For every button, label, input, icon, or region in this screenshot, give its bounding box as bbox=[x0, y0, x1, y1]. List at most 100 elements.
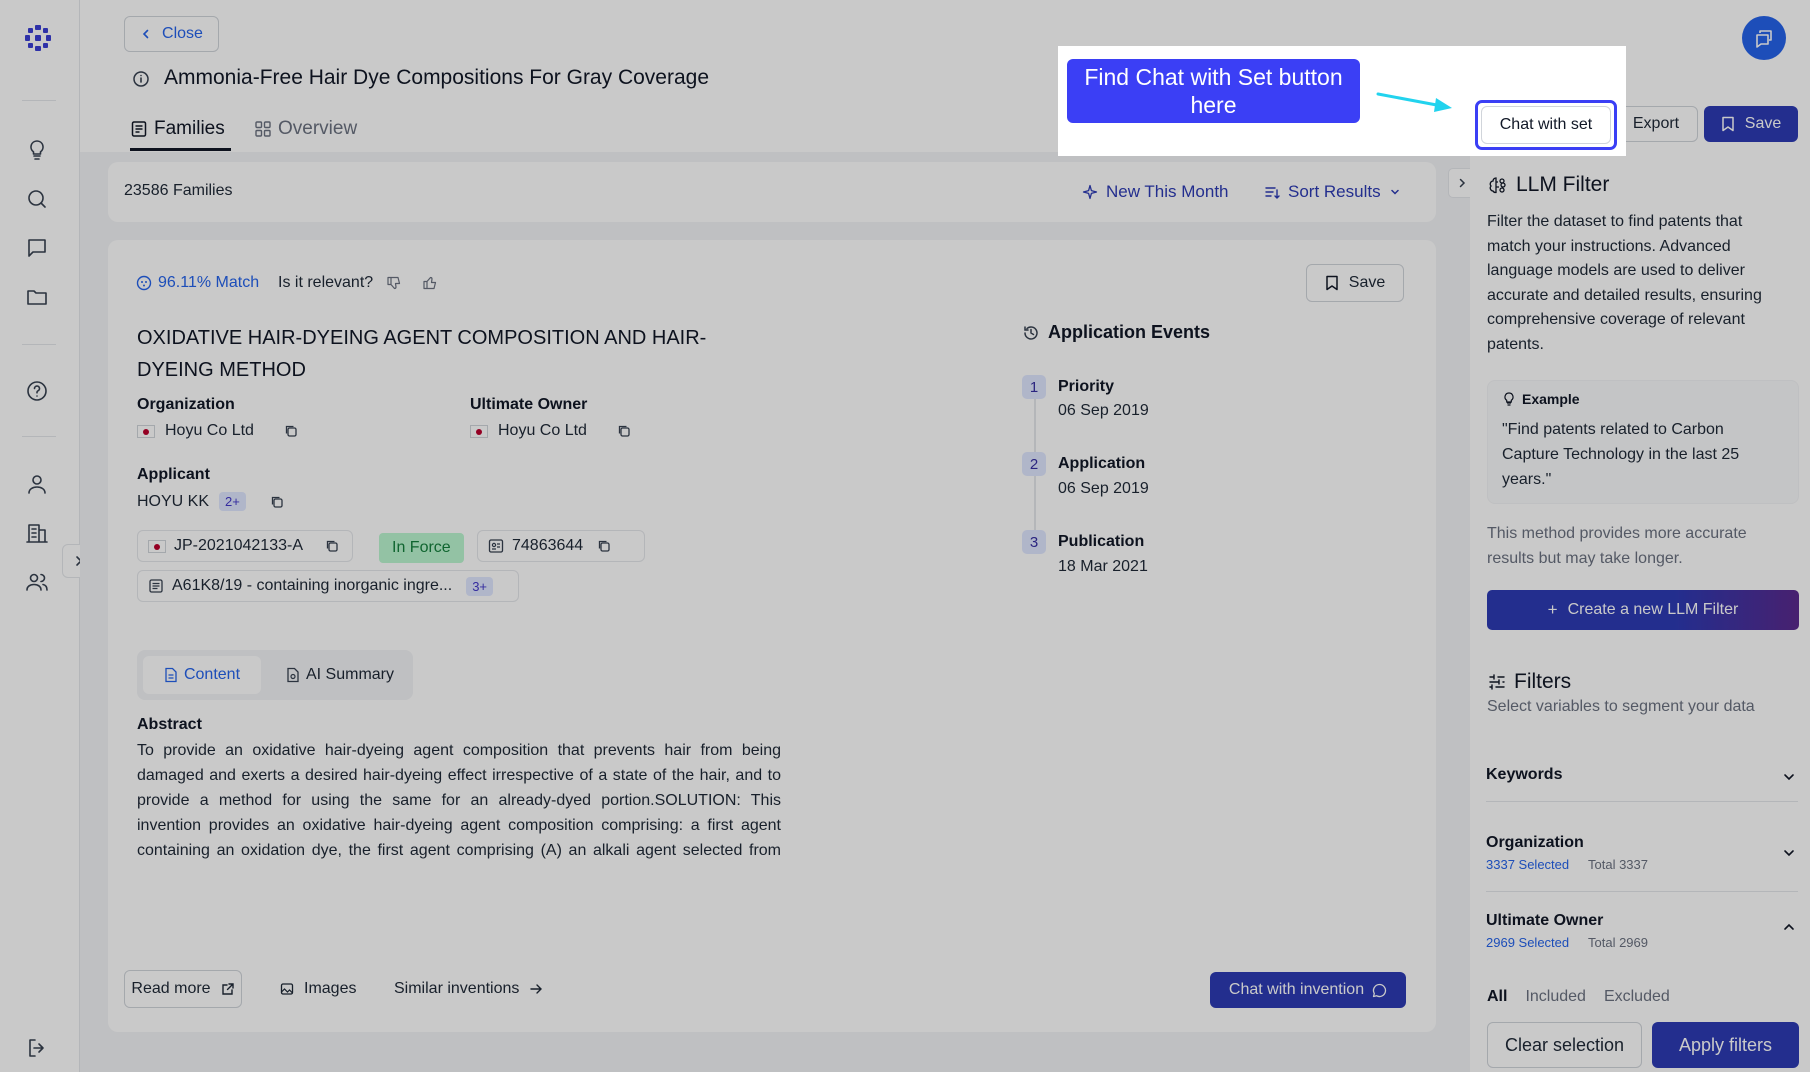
event-date: 06 Sep 2019 bbox=[1058, 402, 1149, 419]
event-number: 2 bbox=[1022, 452, 1046, 476]
thumbs-down-icon[interactable] bbox=[386, 275, 402, 291]
copy-icon[interactable] bbox=[284, 424, 298, 438]
export-button[interactable]: Export bbox=[1614, 106, 1698, 142]
segment-included[interactable]: Included bbox=[1525, 988, 1586, 1006]
abstract-label: Abstract bbox=[137, 716, 202, 733]
chat-icon[interactable] bbox=[25, 236, 49, 260]
apply-filters-button[interactable]: Apply filters bbox=[1652, 1022, 1799, 1068]
organization-value[interactable]: Hoyu Co Ltd bbox=[165, 422, 254, 440]
filter-ultimate-owner[interactable]: Ultimate Owner 2969 Selected Total 2969 bbox=[1486, 892, 1798, 968]
japan-flag-icon bbox=[470, 424, 488, 438]
result-save-button[interactable]: Save bbox=[1306, 264, 1404, 302]
document-icon bbox=[165, 667, 177, 683]
relevance-question: Is it relevant? bbox=[278, 274, 374, 291]
family-icon bbox=[488, 539, 504, 553]
info-icon[interactable] bbox=[132, 70, 150, 88]
result-title[interactable]: OXIDATIVE HAIR-DYEING AGENT COMPOSITION … bbox=[137, 322, 777, 386]
chevron-left-icon bbox=[142, 29, 149, 39]
user-icon[interactable] bbox=[25, 472, 49, 496]
new-this-month-button[interactable]: New This Month bbox=[1082, 182, 1229, 202]
copy-icon[interactable] bbox=[617, 424, 631, 438]
tab-families[interactable]: Families bbox=[130, 118, 225, 140]
applicant-field: HOYU KK 2+ bbox=[137, 492, 284, 511]
messages-button[interactable] bbox=[1742, 16, 1786, 60]
sort-results-dropdown[interactable]: Sort Results bbox=[1264, 182, 1401, 202]
sort-results-label: Sort Results bbox=[1288, 182, 1381, 201]
filters-subtitle: Select variables to segment your data bbox=[1487, 698, 1755, 715]
example-header: Example bbox=[1502, 391, 1580, 407]
ultimate-owner-label: Ultimate Owner bbox=[470, 396, 588, 413]
abstract-text: To provide an oxidative hair-dyeing agen… bbox=[137, 742, 781, 859]
applicant-more-badge[interactable]: 2+ bbox=[219, 492, 246, 511]
family-id-chip[interactable]: 74863644 bbox=[477, 530, 645, 562]
segment-all[interactable]: All bbox=[1487, 988, 1507, 1006]
building-icon[interactable] bbox=[25, 521, 49, 545]
copy-icon[interactable] bbox=[597, 539, 611, 553]
app-logo-icon[interactable] bbox=[24, 24, 52, 52]
match-score-text: 96.11% Match bbox=[158, 274, 260, 291]
clear-selection-button[interactable]: Clear selection bbox=[1487, 1022, 1642, 1068]
lightbulb-icon[interactable] bbox=[25, 138, 49, 162]
images-button[interactable]: Images bbox=[280, 980, 356, 998]
filters-title: Filters bbox=[1514, 670, 1572, 693]
classification-chip[interactable]: A61K8/19 - containing inorganic ingre...… bbox=[137, 570, 519, 602]
tab-overview[interactable]: Overview bbox=[254, 118, 357, 140]
create-llm-filter-button[interactable]: + Create a new LLM Filter bbox=[1487, 590, 1799, 630]
help-icon[interactable] bbox=[25, 379, 49, 403]
sidebar-divider bbox=[22, 436, 56, 437]
history-icon bbox=[1024, 325, 1038, 340]
llm-filter-header: LLM Filter bbox=[1488, 173, 1609, 197]
team-icon[interactable] bbox=[25, 570, 49, 594]
document-list-icon bbox=[131, 121, 147, 137]
ultimate-owner-value[interactable]: Hoyu Co Ltd bbox=[498, 422, 587, 440]
chat-bubbles-icon bbox=[1756, 30, 1772, 48]
tab-content[interactable]: Content bbox=[143, 656, 261, 694]
publication-number-chip[interactable]: JP-2021042133-A bbox=[137, 530, 353, 562]
tab-ai-summary[interactable]: AI Summary bbox=[273, 656, 407, 694]
close-button[interactable]: Close bbox=[124, 16, 219, 52]
filter-organization[interactable]: Organization 3337 Selected Total 3337 bbox=[1486, 816, 1798, 892]
brain-icon bbox=[1489, 177, 1506, 194]
result-save-label: Save bbox=[1348, 274, 1386, 291]
classification: A61K8/19 - containing inorganic ingre... bbox=[172, 577, 453, 594]
sparkle-icon bbox=[1082, 184, 1098, 200]
chevron-down-icon bbox=[1784, 850, 1794, 857]
content-tabs: Content AI Summary bbox=[137, 650, 413, 700]
similar-inventions-button[interactable]: Similar inventions bbox=[394, 980, 543, 998]
thumbs-up-icon[interactable] bbox=[422, 275, 438, 291]
copy-icon[interactable] bbox=[325, 539, 339, 553]
chat-with-set-button[interactable]: Chat with set bbox=[1481, 106, 1611, 144]
application-events-header: Application Events bbox=[1022, 322, 1210, 343]
arrow-right-icon bbox=[530, 984, 543, 994]
event-name: Application bbox=[1058, 455, 1146, 472]
application-events-title: Application Events bbox=[1048, 322, 1211, 342]
llm-filter-note: This method provides more accurate resul… bbox=[1487, 525, 1747, 567]
applicant-value[interactable]: HOYU KK bbox=[137, 493, 209, 511]
logout-icon[interactable] bbox=[25, 1036, 49, 1060]
chat-with-invention-button[interactable]: Chat with invention bbox=[1210, 972, 1406, 1008]
header-save-label: Save bbox=[1744, 115, 1782, 132]
ultimate-owner-field: Hoyu Co Ltd bbox=[470, 422, 631, 440]
sliders-icon bbox=[1489, 674, 1505, 690]
copy-icon[interactable] bbox=[270, 495, 284, 509]
grid-icon bbox=[255, 121, 271, 137]
japan-flag-icon bbox=[137, 424, 155, 438]
lightbulb-icon bbox=[1504, 392, 1514, 406]
filter-organization-total: Total 3337 bbox=[1588, 857, 1648, 872]
read-more-button[interactable]: Read more bbox=[124, 970, 242, 1008]
segment-excluded[interactable]: Excluded bbox=[1604, 988, 1670, 1006]
plus-icon: + bbox=[1547, 600, 1558, 619]
header-save-button[interactable]: Save bbox=[1704, 106, 1798, 142]
classification-more-badge[interactable]: 3+ bbox=[466, 576, 494, 596]
image-icon bbox=[280, 983, 294, 995]
sidebar bbox=[0, 0, 80, 1072]
publication-number: JP-2021042133-A bbox=[174, 537, 303, 554]
match-score: 96.11% Match bbox=[136, 274, 259, 292]
tab-content-label: Content bbox=[183, 666, 241, 683]
family-id: 74863644 bbox=[512, 537, 584, 554]
chevron-down-icon bbox=[1390, 189, 1399, 195]
llm-filter-title: LLM Filter bbox=[1516, 173, 1610, 196]
folder-icon[interactable] bbox=[25, 285, 49, 309]
filter-keywords[interactable]: Keywords bbox=[1486, 752, 1798, 802]
search-icon[interactable] bbox=[25, 187, 49, 211]
